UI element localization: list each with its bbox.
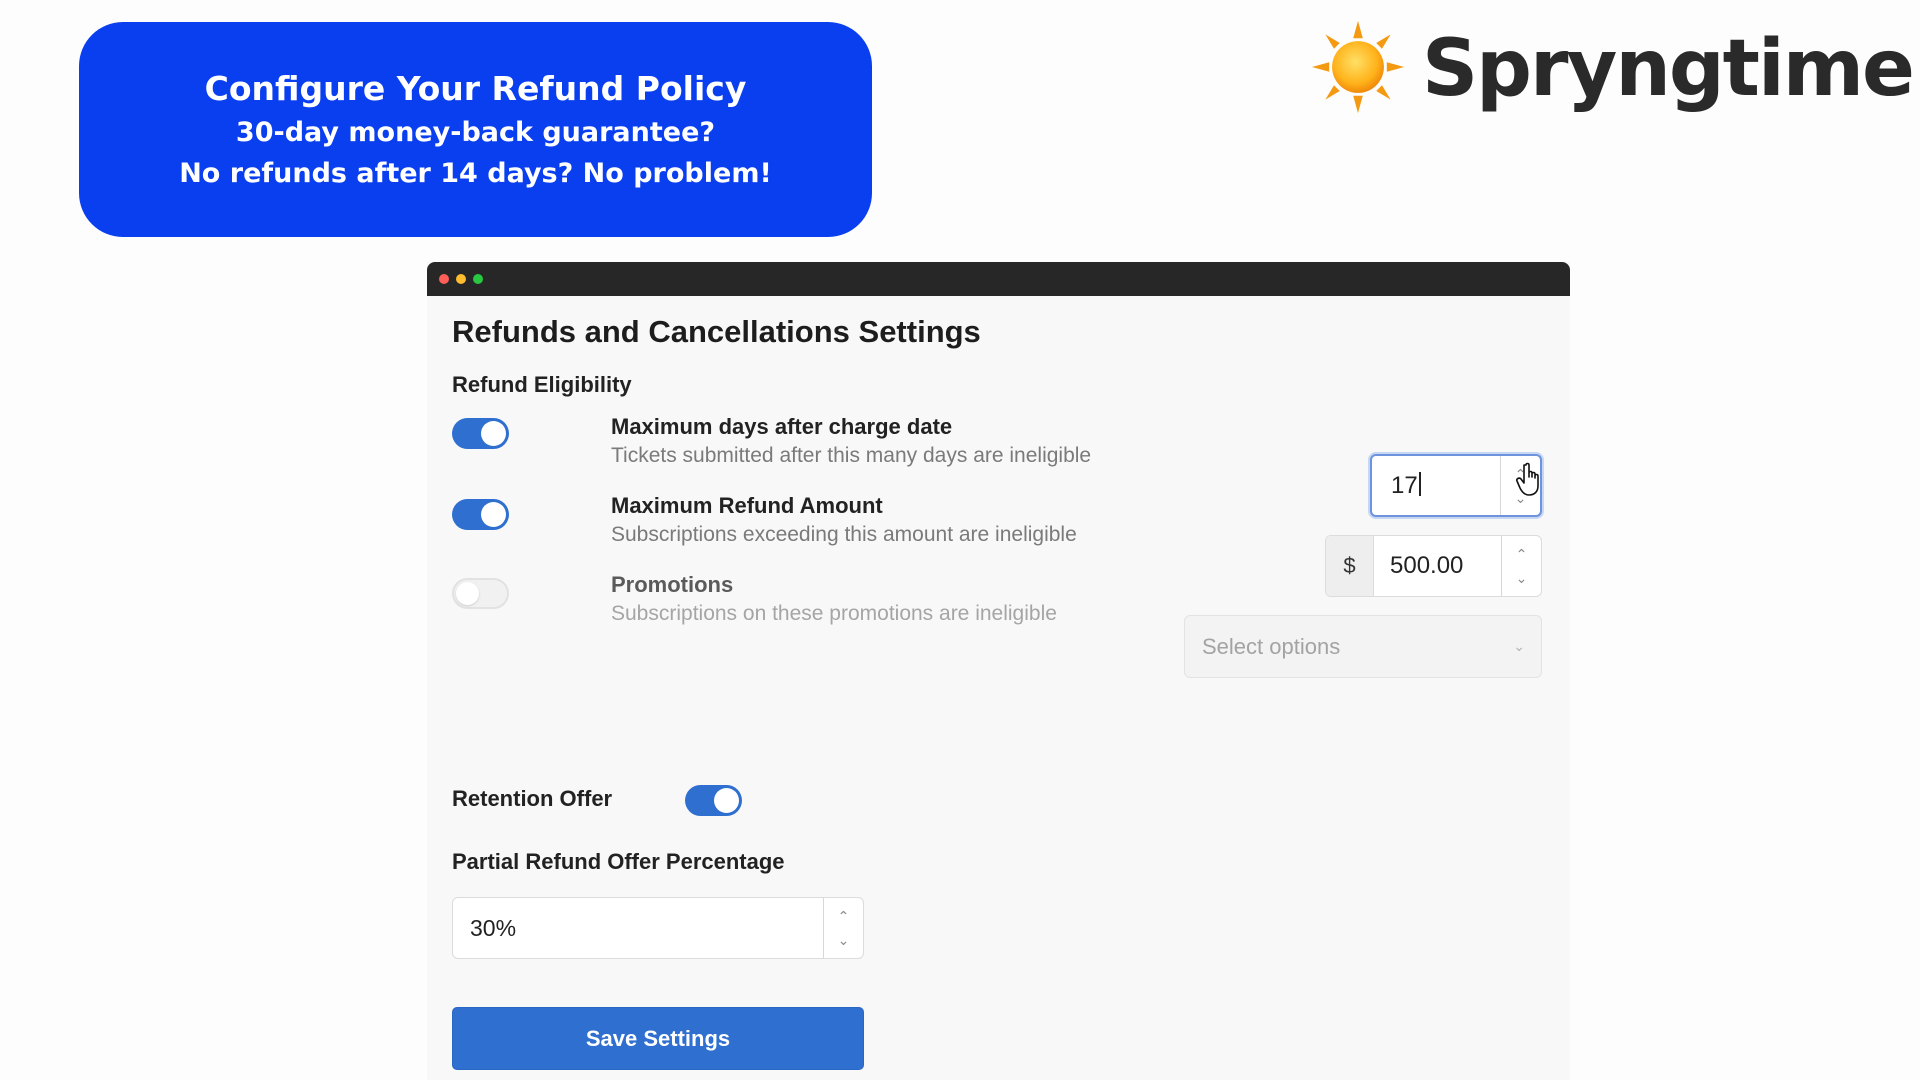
max-refund-label: Maximum Refund Amount bbox=[611, 493, 883, 518]
max-days-value: 17 bbox=[1391, 472, 1418, 499]
chevron-down-icon: ⌄ bbox=[1513, 638, 1525, 654]
max-refund-value: 500.00 bbox=[1390, 552, 1464, 579]
currency-prefix: $ bbox=[1326, 536, 1374, 596]
save-settings-button[interactable]: Save Settings bbox=[452, 1007, 864, 1070]
max-days-label: Maximum days after charge date bbox=[611, 414, 953, 439]
toggle-knob bbox=[456, 582, 479, 605]
maximize-window-button[interactable] bbox=[473, 274, 483, 284]
retention-offer-label: Retention Offer bbox=[452, 786, 613, 811]
promotions-select[interactable]: Select options ⌄ bbox=[1184, 615, 1542, 678]
promotions-select-placeholder: Select options bbox=[1202, 633, 1341, 659]
close-window-button[interactable] bbox=[439, 274, 449, 284]
text-caret bbox=[1418, 472, 1421, 496]
max-refund-stepper[interactable]: ⌃ ⌄ bbox=[1501, 536, 1541, 596]
settings-content: Refunds and Cancellations Settings Refun… bbox=[427, 296, 1570, 1080]
partial-refund-stepper[interactable]: ⌃ ⌄ bbox=[823, 898, 863, 958]
banner-subline-2: No refunds after 14 days? No problem! bbox=[179, 157, 772, 189]
partial-refund-value: 30% bbox=[470, 915, 517, 941]
settings-window: Refunds and Cancellations Settings Refun… bbox=[427, 262, 1570, 1080]
max-refund-toggle[interactable] bbox=[452, 499, 509, 530]
toggle-knob bbox=[714, 788, 739, 813]
chevron-down-icon[interactable]: ⌄ bbox=[838, 928, 850, 952]
max-days-description: Tickets submitted after this many days a… bbox=[611, 444, 1092, 467]
section-title-refund-eligibility: Refund Eligibility bbox=[452, 372, 632, 397]
retention-offer-toggle[interactable] bbox=[685, 785, 742, 816]
window-titlebar bbox=[427, 262, 1570, 296]
max-days-value-wrap: 17 bbox=[1372, 456, 1500, 515]
hand-cursor-icon bbox=[1516, 462, 1539, 496]
max-days-toggle[interactable] bbox=[452, 418, 509, 449]
banner-headline: Configure Your Refund Policy bbox=[204, 68, 747, 108]
max-refund-description: Subscriptions exceeding this amount are … bbox=[611, 523, 1077, 546]
chevron-down-icon[interactable]: ⌄ bbox=[1516, 566, 1528, 590]
max-refund-input[interactable]: $ 500.00 ⌃ ⌄ bbox=[1325, 535, 1542, 597]
toggle-knob bbox=[481, 421, 506, 446]
sun-icon bbox=[1310, 19, 1406, 120]
chevron-up-icon[interactable]: ⌃ bbox=[838, 904, 850, 928]
brand-logo: Spryngtime bbox=[1310, 14, 1915, 124]
chevron-up-icon[interactable]: ⌃ bbox=[1516, 542, 1528, 566]
minimize-window-button[interactable] bbox=[456, 274, 466, 284]
brand-name: Spryngtime bbox=[1422, 24, 1915, 114]
promo-banner: Configure Your Refund Policy 30-day mone… bbox=[79, 22, 872, 237]
promotions-label: Promotions bbox=[611, 572, 734, 597]
partial-refund-input[interactable]: 30% ⌃ ⌄ bbox=[452, 897, 864, 959]
promotions-toggle[interactable] bbox=[452, 578, 509, 609]
page-title: Refunds and Cancellations Settings bbox=[452, 314, 981, 349]
toggle-knob bbox=[481, 502, 506, 527]
partial-refund-label: Partial Refund Offer Percentage bbox=[452, 849, 785, 874]
promotions-description: Subscriptions on these promotions are in… bbox=[611, 602, 1057, 625]
banner-subline-1: 30-day money-back guarantee? bbox=[235, 116, 716, 148]
